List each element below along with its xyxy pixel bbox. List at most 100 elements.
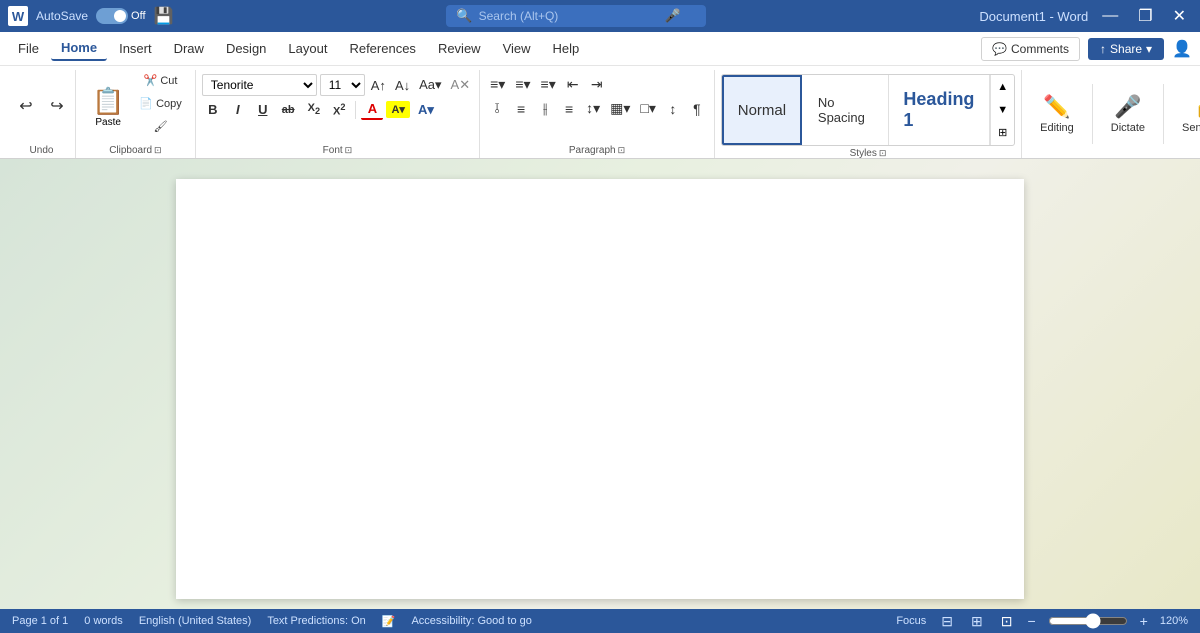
focus-button[interactable]: Focus bbox=[896, 615, 926, 627]
font-group-label: Font ⊡ bbox=[323, 143, 353, 158]
menu-home[interactable]: Home bbox=[51, 36, 107, 61]
comments-button[interactable]: 💬 Comments bbox=[981, 37, 1080, 61]
style-no-spacing[interactable]: No Spacing bbox=[802, 75, 889, 145]
styles-content: Normal No Spacing Heading 1 ▲ ▼ ⊞ bbox=[721, 74, 1015, 146]
italic-button[interactable]: I bbox=[227, 100, 249, 119]
comment-icon: 💬 bbox=[992, 42, 1007, 56]
status-right: Focus ⊟ ⊞ ⊡ − + 120% bbox=[896, 612, 1188, 631]
zoom-slider[interactable] bbox=[1048, 613, 1128, 629]
cut-button[interactable]: ✂️ Cut bbox=[134, 70, 186, 91]
styles-scroll-down[interactable]: ▼ bbox=[993, 102, 1012, 118]
text-effect-button[interactable]: A▾ bbox=[413, 100, 439, 120]
menu-file[interactable]: File bbox=[8, 37, 49, 60]
menu-references[interactable]: References bbox=[339, 37, 425, 60]
strikethrough-button[interactable]: ab bbox=[277, 102, 300, 118]
page-count[interactable]: Page 1 of 1 bbox=[12, 615, 68, 627]
style-heading1[interactable]: Heading 1 bbox=[889, 75, 991, 145]
decrease-font-button[interactable]: A↓ bbox=[392, 76, 413, 95]
menu-help[interactable]: Help bbox=[543, 37, 590, 60]
subscript-button[interactable]: X2 bbox=[303, 100, 325, 118]
multilevel-list-button[interactable]: ≡▾ bbox=[537, 74, 560, 95]
justify-button[interactable]: ≡ bbox=[558, 99, 580, 119]
search-bar: 🔍 🎤 bbox=[446, 5, 706, 27]
styles-scroll-up[interactable]: ▲ bbox=[993, 79, 1012, 95]
styles-gallery: Normal No Spacing Heading 1 ▲ ▼ ⊞ bbox=[721, 74, 1015, 146]
minimize-button[interactable]: — bbox=[1096, 5, 1124, 27]
microphone-icon[interactable]: 🎤 bbox=[665, 8, 681, 24]
share-dropdown-icon: ▾ bbox=[1146, 42, 1152, 56]
share-icon: ↑ bbox=[1100, 42, 1106, 56]
sort-button[interactable]: ↕ bbox=[662, 99, 684, 119]
zoom-level[interactable]: 120% bbox=[1160, 615, 1188, 627]
font-name-select[interactable]: Tenorite bbox=[202, 74, 317, 96]
redo-button[interactable]: ↪ bbox=[43, 95, 71, 119]
language[interactable]: English (United States) bbox=[139, 615, 252, 627]
text-predictions[interactable]: Text Predictions: On bbox=[267, 615, 365, 627]
superscript-button[interactable]: X2 bbox=[328, 100, 350, 120]
font-divider bbox=[355, 101, 356, 119]
toggle-state: Off bbox=[131, 10, 145, 22]
document-page[interactable] bbox=[176, 179, 1024, 599]
font-expand-icon[interactable]: ⊡ bbox=[345, 145, 353, 156]
title-bar: W AutoSave Off 💾 🔍 🎤 Document1 - Word — … bbox=[0, 0, 1200, 32]
editing-tool[interactable]: ✏️ Editing bbox=[1030, 88, 1084, 140]
view-print-button[interactable]: ⊞ bbox=[968, 612, 986, 631]
styles-expand-icon[interactable]: ⊡ bbox=[879, 148, 887, 159]
bullet-list-button[interactable]: ≡▾ bbox=[486, 74, 509, 95]
menu-review[interactable]: Review bbox=[428, 37, 491, 60]
para-expand-icon[interactable]: ⊡ bbox=[618, 145, 626, 156]
underline-button[interactable]: U bbox=[252, 100, 274, 119]
restore-button[interactable]: ❐ bbox=[1132, 4, 1158, 28]
styles-expand[interactable]: ⊞ bbox=[993, 124, 1012, 141]
profile-button[interactable]: 👤 bbox=[1172, 39, 1192, 59]
format-painter-button[interactable]: 🖌 bbox=[134, 116, 186, 137]
paste-button[interactable]: 📋 Paste bbox=[84, 70, 132, 143]
doc-title-text: Document1 - Word bbox=[979, 9, 1088, 24]
style-normal[interactable]: Normal bbox=[722, 75, 802, 145]
share-button[interactable]: ↑ Share ▾ bbox=[1088, 38, 1164, 60]
autosave-toggle[interactable]: Off bbox=[96, 8, 145, 24]
styles-group: Normal No Spacing Heading 1 ▲ ▼ ⊞ bbox=[715, 70, 1022, 158]
highlight-button[interactable]: A▾ bbox=[386, 101, 409, 118]
align-center-button[interactable]: ≡ bbox=[510, 99, 532, 119]
bold-button[interactable]: B bbox=[202, 100, 224, 119]
menu-draw[interactable]: Draw bbox=[164, 37, 214, 60]
accessibility[interactable]: Accessibility: Good to go bbox=[411, 615, 531, 627]
change-case-button[interactable]: Aa▾ bbox=[416, 75, 444, 95]
view-read-button[interactable]: ⊟ bbox=[938, 612, 956, 631]
copy-button[interactable]: 📄 Copy bbox=[134, 93, 186, 114]
align-left-button[interactable]: ⫱ bbox=[486, 98, 508, 119]
save-button[interactable]: 💾 bbox=[154, 6, 174, 26]
text-predictions-icon: 📝 bbox=[382, 615, 396, 628]
word-count[interactable]: 0 words bbox=[84, 615, 123, 627]
undo-group: ↩ ↪ Undo bbox=[8, 70, 76, 158]
clear-format-button[interactable]: A✕ bbox=[448, 75, 474, 95]
menu-layout[interactable]: Layout bbox=[278, 37, 337, 60]
numbered-list-button[interactable]: ≡▾ bbox=[511, 74, 534, 95]
pilcrow-button[interactable]: ¶ bbox=[686, 99, 708, 119]
menu-view[interactable]: View bbox=[493, 37, 541, 60]
undo-button[interactable]: ↩ bbox=[12, 95, 40, 119]
undo-group-label: Undo bbox=[30, 143, 54, 158]
view-web-button[interactable]: ⊡ bbox=[998, 612, 1016, 631]
line-spacing-button[interactable]: ↕▾ bbox=[582, 98, 604, 119]
toggle-switch[interactable] bbox=[96, 8, 128, 24]
search-input[interactable] bbox=[479, 9, 659, 23]
align-right-button[interactable]: ⫲ bbox=[534, 98, 556, 119]
decrease-indent-button[interactable]: ⇤ bbox=[562, 74, 584, 95]
increase-font-button[interactable]: A↑ bbox=[368, 76, 389, 95]
font-size-select[interactable]: 11 bbox=[320, 74, 365, 96]
increase-indent-button[interactable]: ⇥ bbox=[586, 74, 608, 95]
menu-insert[interactable]: Insert bbox=[109, 37, 162, 60]
undo-redo-buttons: ↩ ↪ bbox=[12, 70, 71, 143]
font-color-button[interactable]: A bbox=[361, 99, 383, 120]
borders-button[interactable]: □▾ bbox=[636, 98, 659, 119]
tools-divider2 bbox=[1163, 84, 1164, 144]
menu-design[interactable]: Design bbox=[216, 37, 276, 60]
sensitivity-tool[interactable]: 🔒 Sensitivity bbox=[1172, 88, 1200, 140]
menu-bar: File Home Insert Draw Design Layout Refe… bbox=[0, 32, 1200, 66]
dictate-tool[interactable]: 🎤 Dictate bbox=[1101, 88, 1155, 140]
clipboard-expand-icon[interactable]: ⊡ bbox=[154, 145, 162, 156]
shading-button[interactable]: ▦▾ bbox=[606, 98, 634, 119]
close-button[interactable]: ✕ bbox=[1167, 4, 1192, 28]
